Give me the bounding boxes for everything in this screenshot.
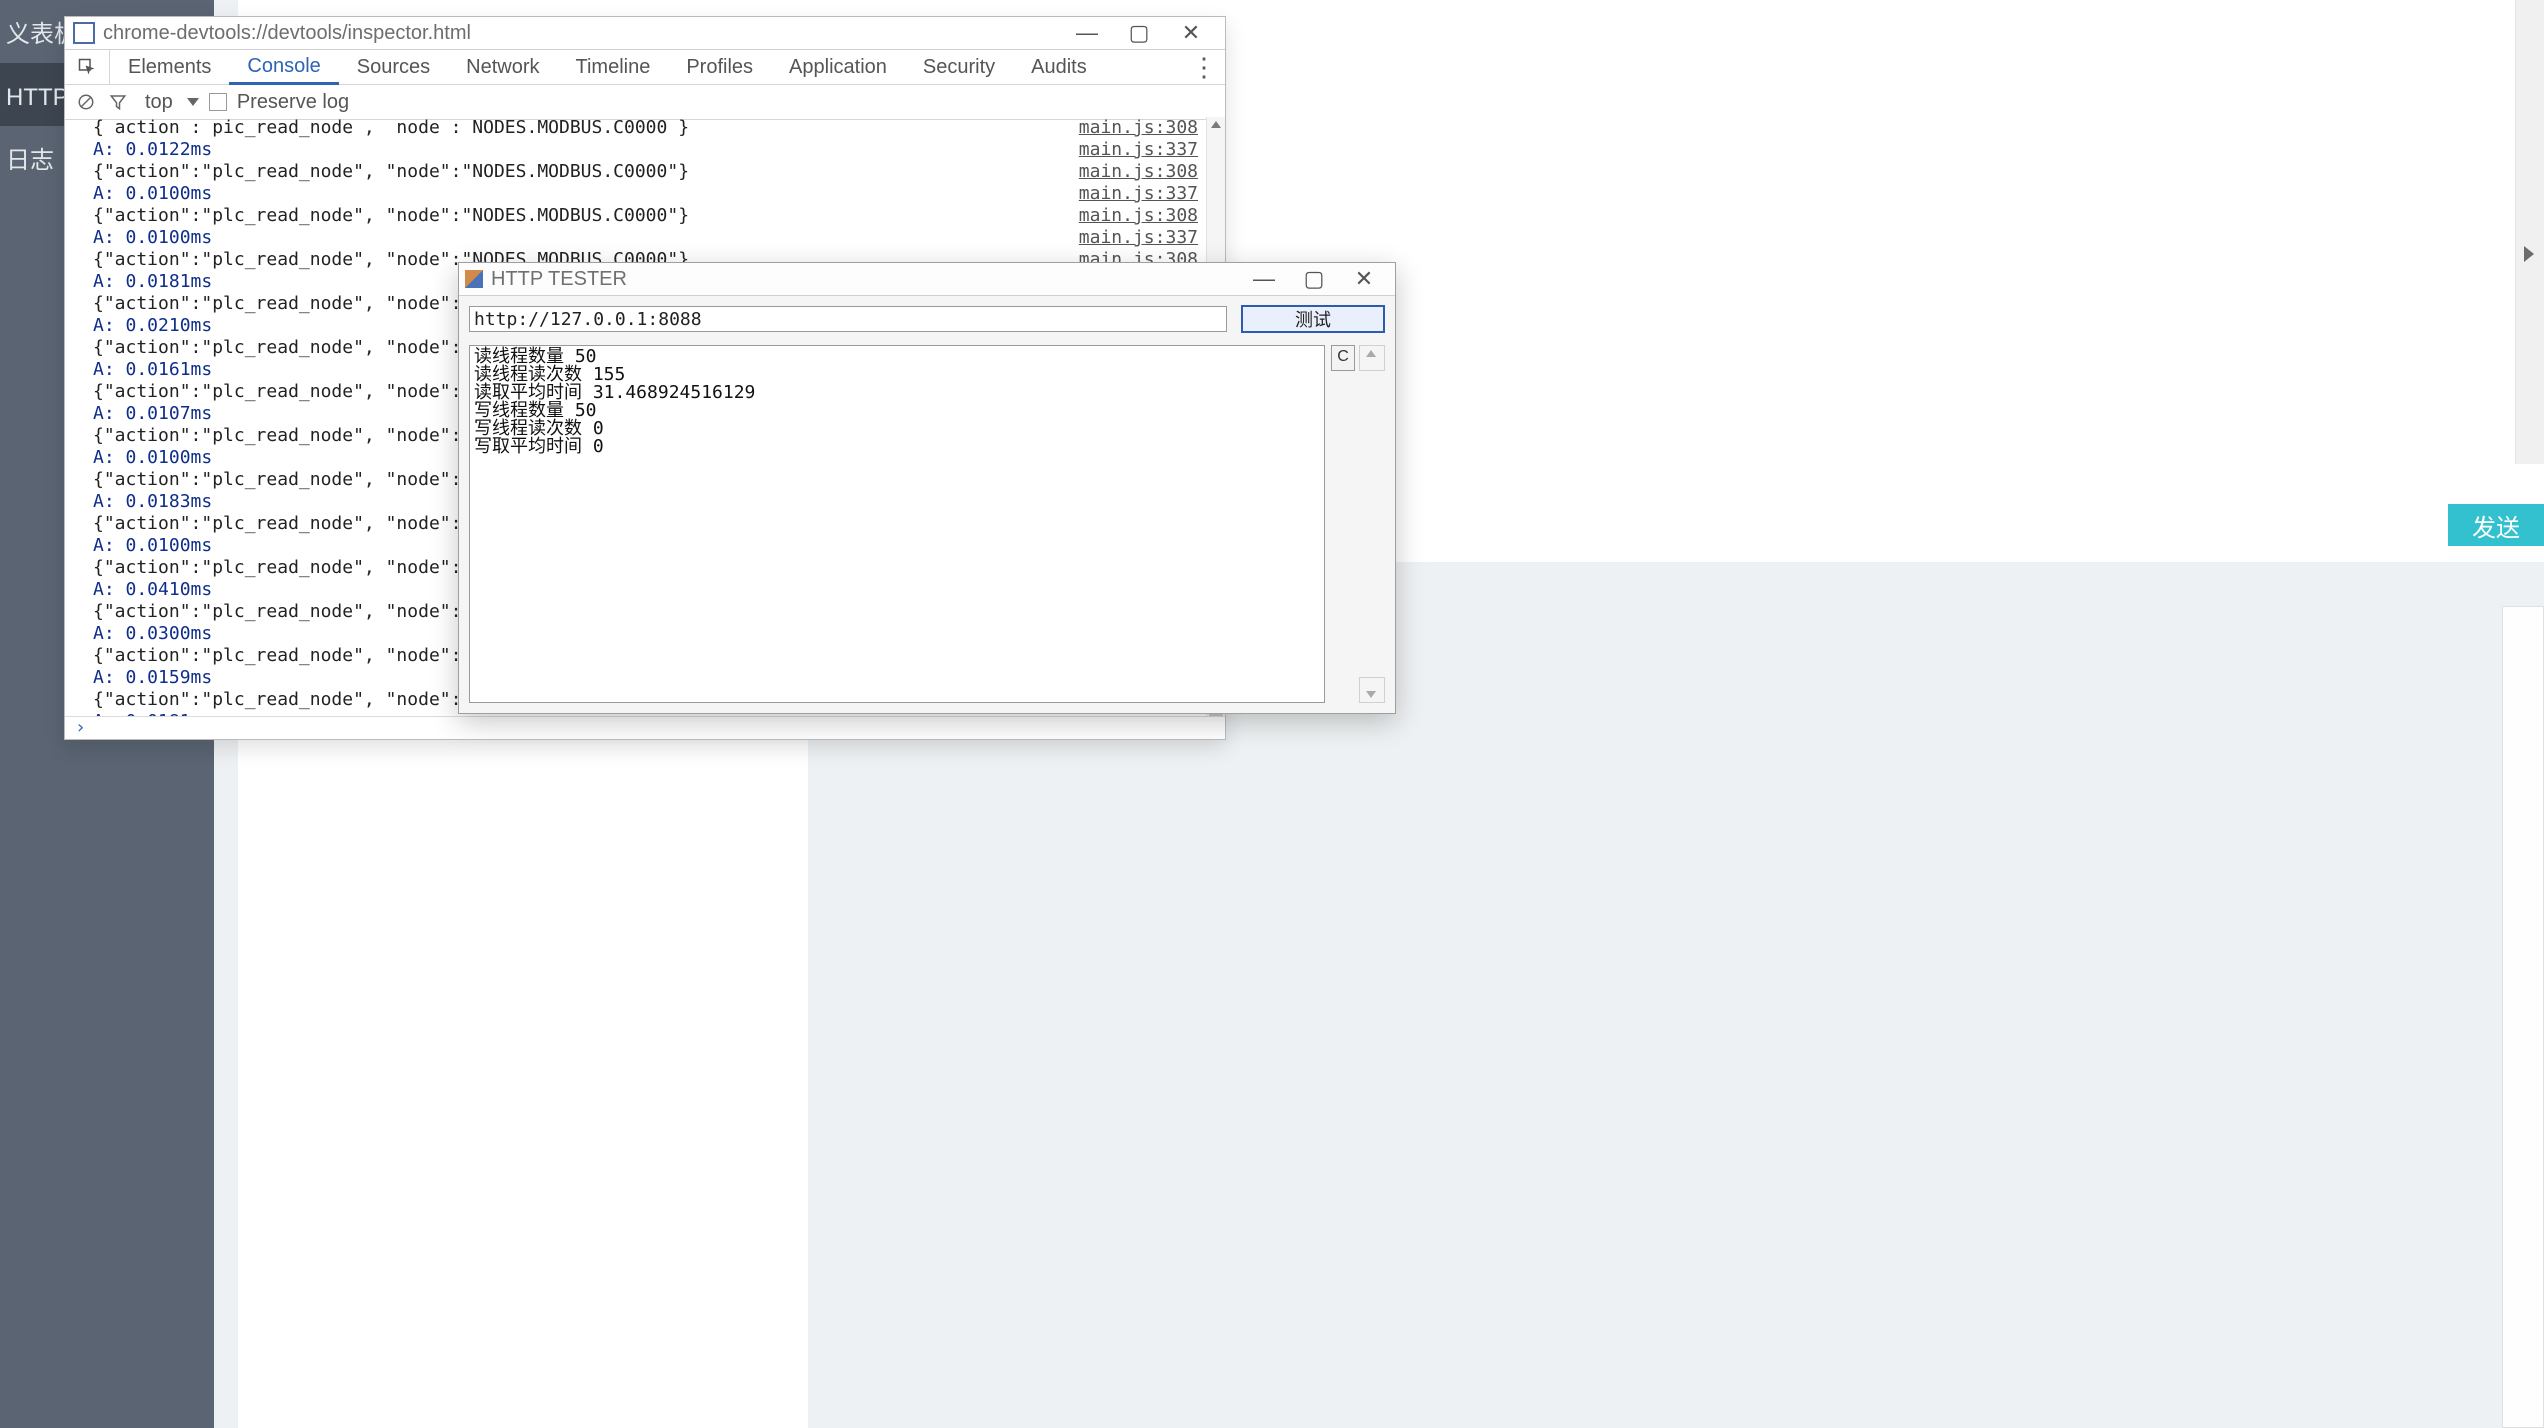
console-row: A: 0.0122msmain.js:337 — [93, 139, 1206, 161]
chevron-down-icon — [187, 98, 199, 106]
tester-minimize-button[interactable]: — — [1239, 263, 1289, 295]
tester-output[interactable]: 读线程数量 50 读线程读次数 155 读取平均时间 31.4689245161… — [469, 345, 1325, 703]
maximize-button[interactable]: ▢ — [1113, 17, 1165, 49]
filter-button[interactable] — [107, 91, 129, 113]
tab-elements[interactable]: Elements — [110, 50, 229, 84]
tester-close-button[interactable]: ✕ — [1339, 263, 1389, 295]
console-row: { action : pic_read_node , node : NODES.… — [93, 117, 1206, 139]
inspect-icon — [78, 58, 96, 76]
context-selector[interactable]: top — [139, 91, 199, 114]
tester-maximize-button[interactable]: ▢ — [1289, 263, 1339, 295]
devtools-url: chrome-devtools://devtools/inspector.htm… — [103, 22, 1061, 45]
filter-icon — [109, 93, 127, 111]
tester-side: C — [1331, 345, 1385, 703]
chevron-down-icon — [1366, 691, 1376, 698]
context-selected: top — [145, 91, 173, 114]
tester-app-icon — [465, 270, 483, 288]
http-tester-window: HTTP TESTER — ▢ ✕ 测试 读线程数量 50 读线程读次数 155… — [458, 262, 1396, 714]
console-message: A: 0.0122ms — [93, 139, 1079, 161]
console-message: { action : pic_read_node , node : NODES.… — [93, 117, 1079, 139]
minimize-button[interactable]: — — [1061, 17, 1113, 49]
tester-url-row: 测试 — [459, 296, 1395, 342]
scroll-up-icon — [1211, 121, 1221, 128]
ban-icon — [77, 93, 95, 111]
console-prompt[interactable]: › — [65, 716, 1225, 739]
tester-body-row: 读线程数量 50 读线程读次数 155 读取平均时间 31.4689245161… — [469, 345, 1385, 703]
tab-timeline[interactable]: Timeline — [558, 50, 669, 84]
inspect-element-button[interactable] — [65, 50, 110, 84]
console-message: {"action":"plc_read_node", "node":"NODES… — [93, 205, 1079, 227]
send-button[interactable]: 发送 — [2448, 504, 2544, 546]
devtools-app-icon — [73, 22, 95, 44]
preserve-log-label: Preserve log — [237, 91, 349, 114]
chevron-right-icon — [2524, 246, 2534, 262]
devtools-titlebar: chrome-devtools://devtools/inspector.htm… — [65, 17, 1225, 50]
console-message: A: 0.0100ms — [93, 227, 1079, 249]
console-row: A: 0.0100msmain.js:337 — [93, 183, 1206, 205]
console-toolbar: top Preserve log — [65, 85, 1225, 120]
tab-network[interactable]: Network — [448, 50, 557, 84]
tester-scroll-up[interactable] — [1359, 345, 1385, 371]
console-row: {"action":"plc_read_node", "node":"NODES… — [93, 161, 1206, 183]
tester-titlebar: HTTP TESTER — ▢ ✕ — [459, 263, 1395, 296]
console-source-link[interactable]: main.js:308 — [1079, 161, 1206, 183]
close-button[interactable]: ✕ — [1165, 17, 1217, 49]
devtools-tabbar: ElementsConsoleSourcesNetworkTimelinePro… — [65, 50, 1225, 85]
clear-console-button[interactable] — [75, 91, 97, 113]
right-scrollbar[interactable] — [2515, 0, 2544, 464]
console-source-link[interactable]: main.js:308 — [1079, 205, 1206, 227]
console-source-link[interactable]: main.js:337 — [1079, 227, 1206, 249]
console-source-link[interactable]: main.js:337 — [1079, 183, 1206, 205]
tester-title: HTTP TESTER — [491, 268, 1239, 291]
console-message: A: 0.0100ms — [93, 183, 1079, 205]
request-body-scroll[interactable] — [2502, 606, 2544, 1428]
tab-sources[interactable]: Sources — [339, 50, 448, 84]
console-row: A: 0.0100msmain.js:337 — [93, 227, 1206, 249]
console-row: {"action":"plc_read_node", "node":"NODES… — [93, 205, 1206, 227]
tab-console[interactable]: Console — [229, 50, 338, 85]
tab-security[interactable]: Security — [905, 50, 1013, 84]
tab-application[interactable]: Application — [771, 50, 905, 84]
preserve-log-checkbox[interactable] — [209, 93, 227, 111]
tab-profiles[interactable]: Profiles — [668, 50, 771, 84]
devtools-more-button[interactable]: ⋮ — [1183, 50, 1225, 84]
chevron-up-icon — [1366, 350, 1376, 357]
console-source-link[interactable]: main.js:337 — [1079, 139, 1206, 161]
tester-scroll-down[interactable] — [1359, 677, 1385, 703]
console-source-link[interactable]: main.js:308 — [1079, 117, 1206, 139]
console-message: {"action":"plc_read_node", "node":"NODES… — [93, 161, 1079, 183]
tester-clear-button[interactable]: C — [1331, 345, 1355, 371]
tester-test-button[interactable]: 测试 — [1241, 305, 1385, 333]
tester-url-input[interactable] — [469, 306, 1227, 332]
tab-audits[interactable]: Audits — [1013, 50, 1105, 84]
